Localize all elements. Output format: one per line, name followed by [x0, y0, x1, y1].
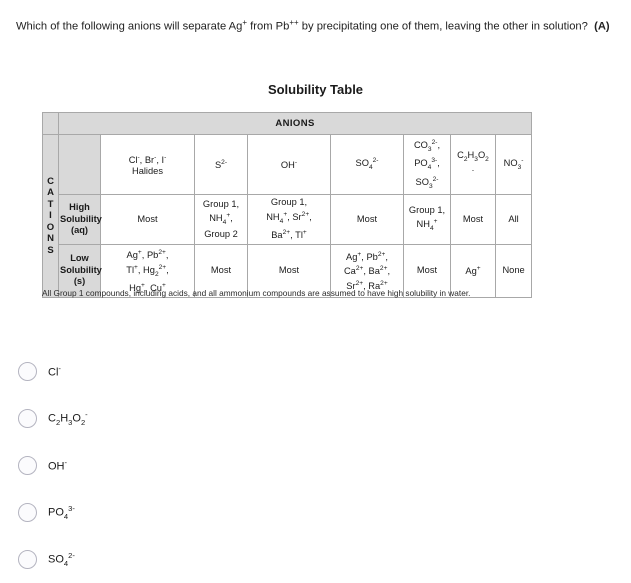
anions-banner-row: ANIONS [42, 112, 533, 135]
option-label-sulfate: SO42- [48, 551, 75, 568]
question-text-part-1: Which of the following anions will separ… [16, 20, 243, 33]
cell-high-sulfide: Group 1, NH4+, Group 2 [194, 194, 248, 245]
radio-button-acetate[interactable] [18, 409, 37, 428]
solubility-table-container: ANIONS CATIONS Cl-, Br-, I- Halides S2- O… [42, 112, 533, 298]
column-header-hydroxide: OH- [247, 133, 331, 196]
cell-high-halides: Most [100, 194, 195, 245]
radio-button-chloride[interactable] [18, 362, 37, 381]
row-label-high-solubility: High Solubility (aq) [58, 194, 102, 245]
question-tag: (A) [594, 20, 610, 33]
radio-button-sulfate[interactable] [18, 550, 37, 569]
header-row-label-blank [58, 133, 101, 196]
option-label-hydroxide: OH- [48, 458, 68, 473]
anions-header: ANIONS [57, 112, 533, 135]
column-header-halides: Cl-, Br-, I- Halides [100, 133, 195, 196]
option-chloride[interactable]: Cl- [18, 348, 418, 395]
anion-column-header-row: CATIONS Cl-, Br-, I- Halides S2- OH- SO42… [42, 133, 533, 298]
radio-button-hydroxide[interactable] [18, 456, 37, 475]
cell-high-nitrate: All [494, 194, 533, 245]
radio-button-phosphate[interactable] [18, 503, 37, 522]
option-label-acetate: C2H3O2- [48, 410, 88, 427]
question-stem: Which of the following anions will separ… [16, 10, 616, 40]
question-text-part-2: from Pb [247, 20, 290, 33]
table-row-high-solubility: High Solubility (aq) Most Group 1, NH4+, Gro… [43, 194, 533, 245]
option-label-chloride: Cl- [48, 364, 61, 379]
table-title: Solubility Table [267, 82, 364, 97]
column-header-acetate: C2H3O2- [450, 133, 496, 196]
cell-high-carbonate: Group 1, NH4+ [403, 194, 451, 245]
column-header-sulfide: S2- [194, 133, 248, 196]
column-header-carbonate-phosphate-sulfite: CO32-, PO43-, SO32- [403, 133, 451, 196]
question-text-part-3: by precipitating one of them, leaving th… [298, 20, 588, 33]
option-acetate[interactable]: C2H3O2- [18, 395, 418, 442]
answer-options-group: Cl- C2H3O2- OH- PO43- SO42- [18, 348, 418, 583]
cell-high-hydroxide: Group 1, NH4+, Sr2+, Ba2+, Tl+ [247, 194, 331, 245]
option-sulfate[interactable]: SO42- [18, 536, 418, 583]
column-header-nitrate: NO3- [494, 133, 533, 196]
column-header-sulfate: SO42- [330, 133, 404, 196]
table-footnote: All Group 1 compounds, including acids, … [42, 288, 471, 298]
cell-high-sulfate: Most [330, 194, 404, 245]
option-hydroxide[interactable]: OH- [18, 442, 418, 489]
table-corner-blank [42, 112, 59, 135]
pb-charge-superscript: ++ [289, 18, 299, 27]
cell-high-acetate: Most [450, 194, 496, 245]
option-phosphate[interactable]: PO43- [18, 489, 418, 536]
solubility-table: ANIONS CATIONS Cl-, Br-, I- Halides S2- O… [42, 112, 533, 298]
cations-spine-label: CATIONS [42, 134, 59, 298]
option-label-phosphate: PO43- [48, 504, 75, 521]
